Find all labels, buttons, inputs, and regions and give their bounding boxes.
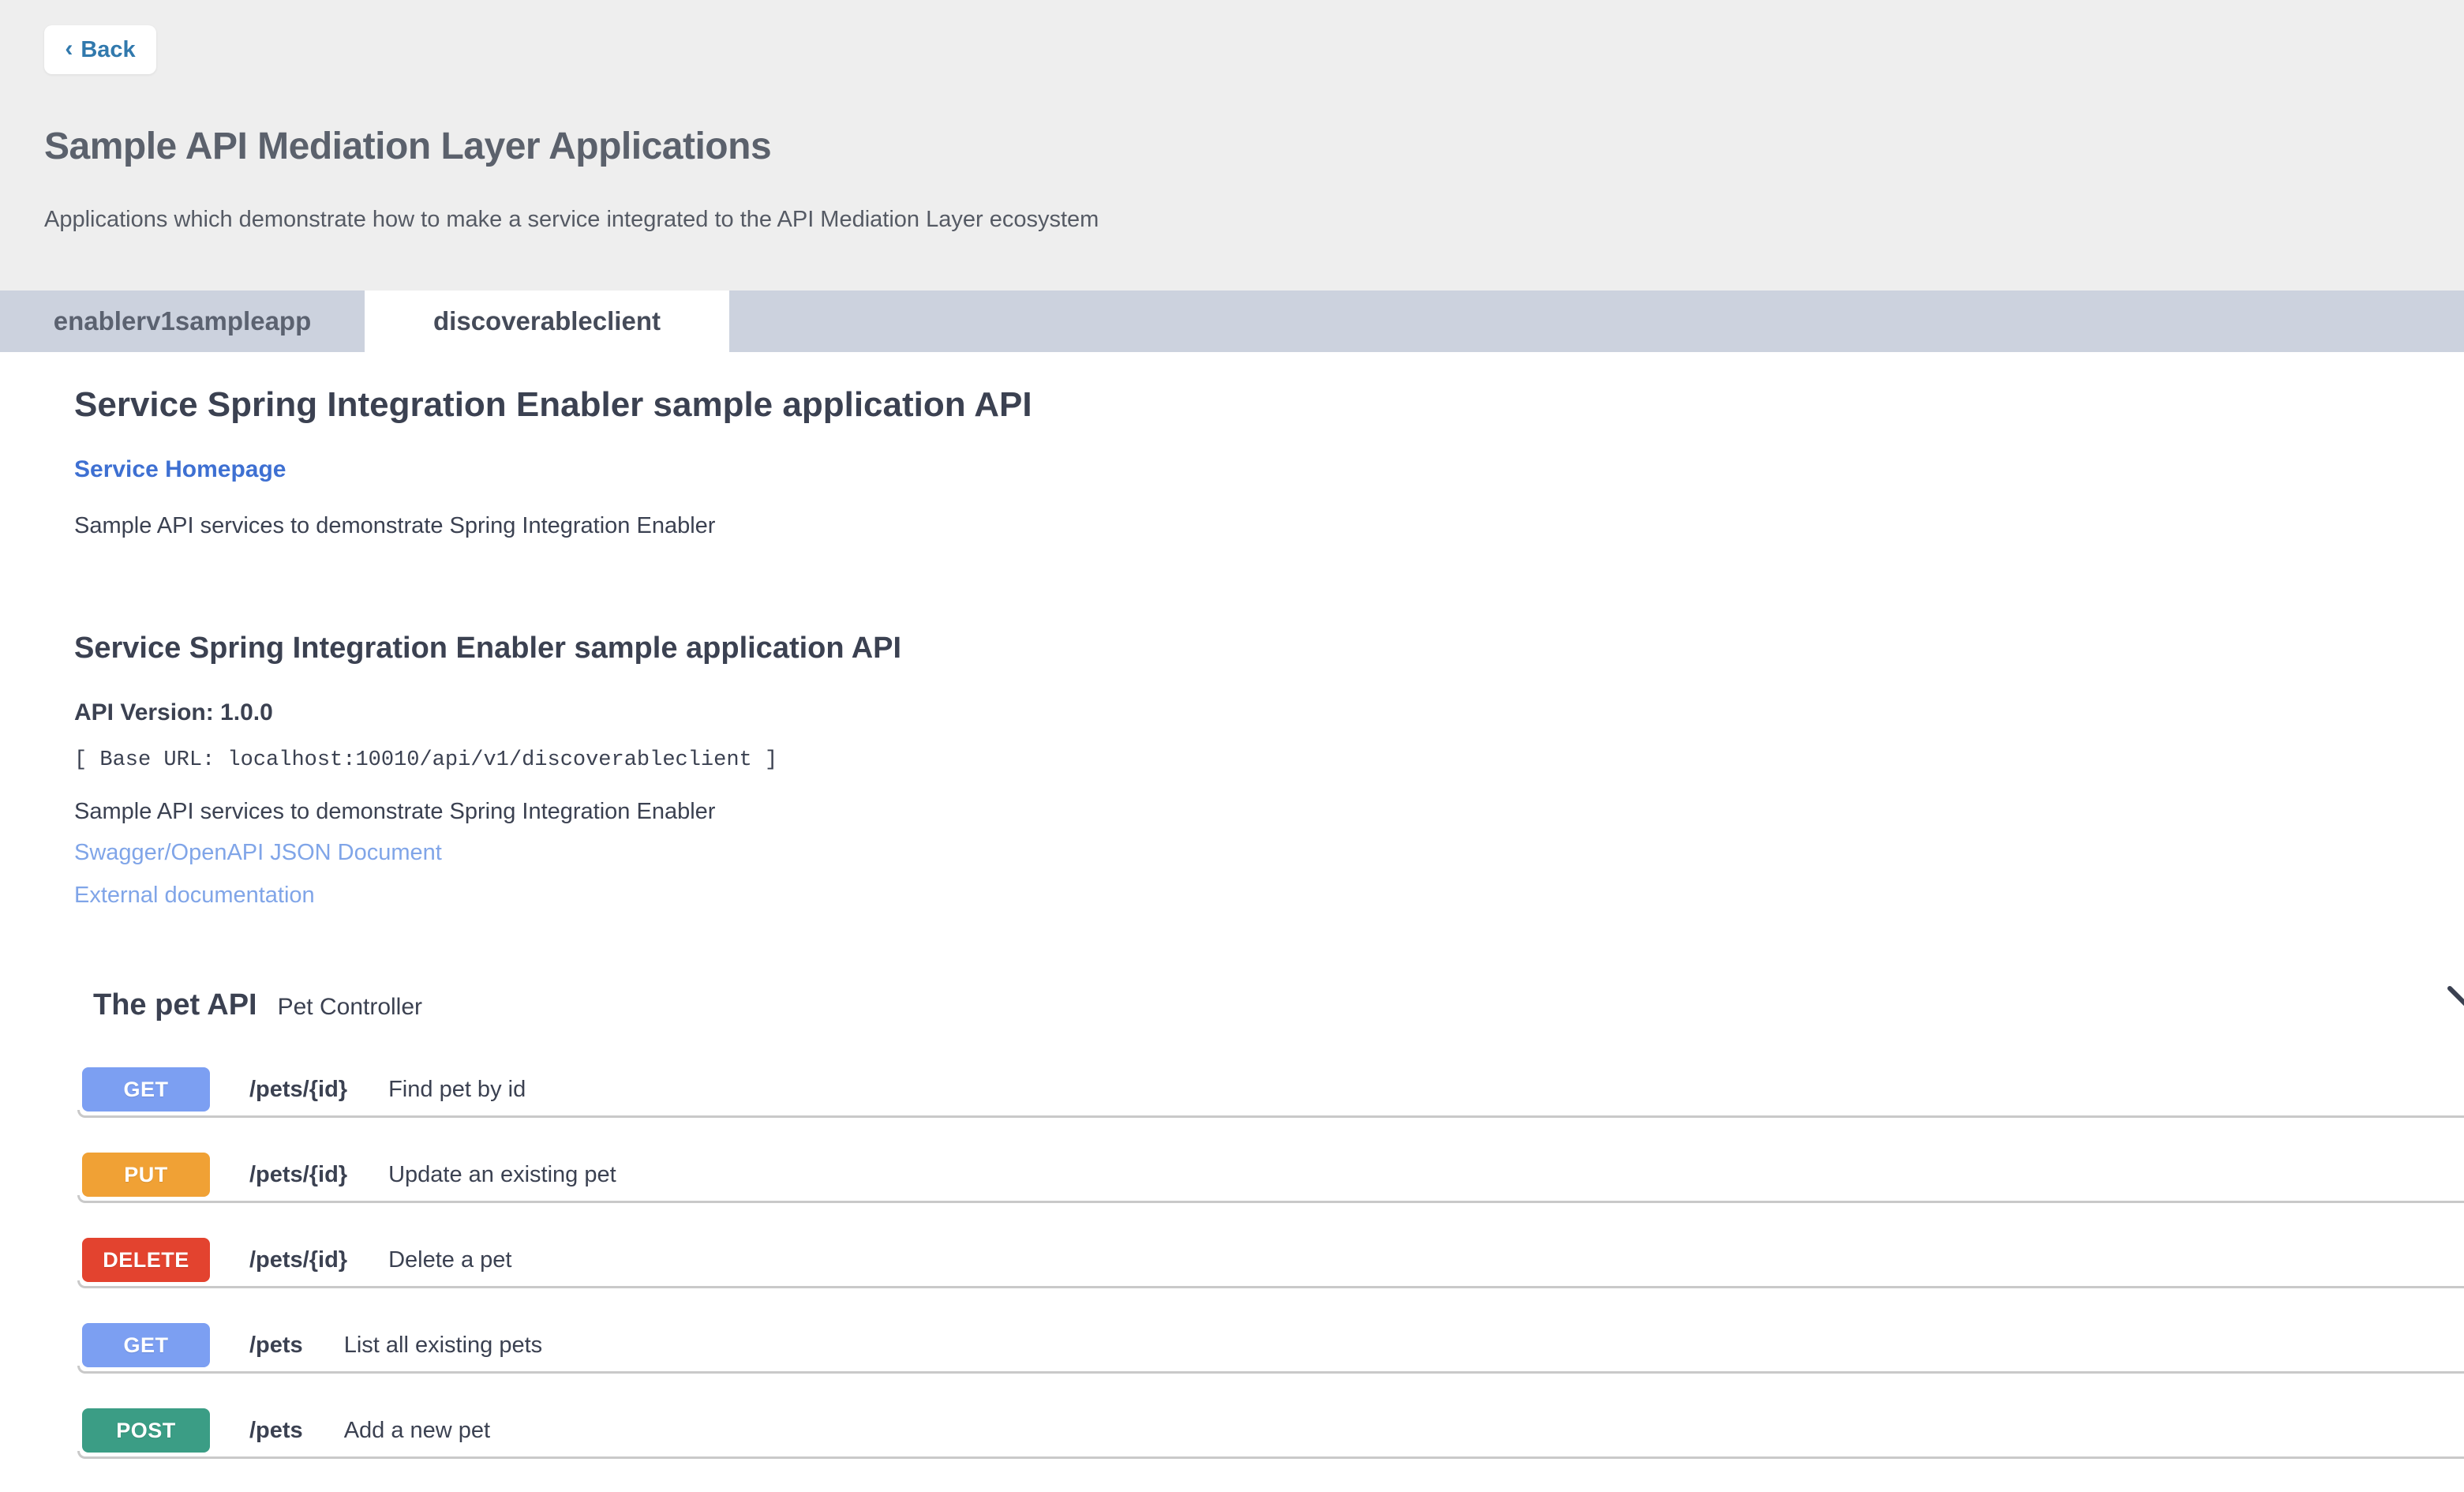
method-badge-put[interactable]: PUT xyxy=(82,1153,210,1197)
method-badge-get[interactable]: GET xyxy=(82,1067,210,1112)
chevron-down-icon[interactable] xyxy=(2447,985,2464,1023)
pet-api-header: The pet API Pet Controller xyxy=(93,988,422,1022)
operation-path: /pets xyxy=(249,1333,303,1359)
operation-path: /pets/{id} xyxy=(249,1247,347,1273)
page-header: ‹ Back Sample API Mediation Layer Applic… xyxy=(0,0,2464,291)
tab-discoverableclient[interactable]: discoverableclient xyxy=(365,291,729,352)
back-button[interactable]: ‹ Back xyxy=(44,25,156,74)
external-docs-link[interactable]: External documentation xyxy=(74,883,315,909)
row-divider xyxy=(77,1195,2464,1203)
api-title: Service Spring Integration Enabler sampl… xyxy=(74,385,1032,425)
row-divider xyxy=(77,1280,2464,1288)
api-version: API Version: 1.0.0 xyxy=(74,699,273,726)
api-description: Sample API services to demonstrate Sprin… xyxy=(74,513,715,539)
api-description-repeat: Sample API services to demonstrate Sprin… xyxy=(74,799,715,825)
operation-summary: List all existing pets xyxy=(344,1333,542,1359)
api-section-title: Service Spring Integration Enabler sampl… xyxy=(74,632,901,665)
method-badge-post[interactable]: POST xyxy=(82,1408,210,1453)
method-badge-get[interactable]: GET xyxy=(82,1323,210,1367)
method-badge-delete[interactable]: DELETE xyxy=(82,1238,210,1282)
app-tab-bar: enablerv1sampleapp discoverableclient xyxy=(0,291,2464,352)
page-title: Sample API Mediation Layer Applications xyxy=(44,125,771,168)
operation-row[interactable]: PUT /pets/{id} Update an existing pet xyxy=(82,1153,616,1197)
row-divider xyxy=(77,1451,2464,1459)
operation-path: /pets/{id} xyxy=(249,1162,347,1188)
row-divider xyxy=(77,1110,2464,1118)
pet-api-subtitle: Pet Controller xyxy=(278,994,422,1021)
back-chevron-icon: ‹ xyxy=(65,36,73,62)
operation-row[interactable]: DELETE /pets/{id} Delete a pet xyxy=(82,1238,511,1282)
operation-path: /pets/{id} xyxy=(249,1077,347,1103)
tab-enablerv1sampleapp[interactable]: enablerv1sampleapp xyxy=(0,291,365,352)
operation-summary: Update an existing pet xyxy=(388,1162,616,1188)
operation-path: /pets xyxy=(249,1418,303,1444)
row-divider xyxy=(77,1366,2464,1374)
operation-row[interactable]: POST /pets Add a new pet xyxy=(82,1408,490,1453)
swagger-json-link[interactable]: Swagger/OpenAPI JSON Document xyxy=(74,840,442,866)
operation-row[interactable]: GET /pets List all existing pets xyxy=(82,1323,542,1367)
back-button-label: Back xyxy=(81,37,135,63)
api-base-url: [ Base URL: localhost:10010/api/v1/disco… xyxy=(74,748,777,772)
operation-summary: Delete a pet xyxy=(388,1247,511,1273)
page-subtitle: Applications which demonstrate how to ma… xyxy=(44,207,1099,233)
operation-row[interactable]: GET /pets/{id} Find pet by id xyxy=(82,1067,526,1112)
operation-summary: Find pet by id xyxy=(388,1077,526,1103)
operation-summary: Add a new pet xyxy=(344,1418,490,1444)
pet-api-title: The pet API xyxy=(93,988,257,1022)
service-homepage-link[interactable]: Service Homepage xyxy=(74,456,286,483)
